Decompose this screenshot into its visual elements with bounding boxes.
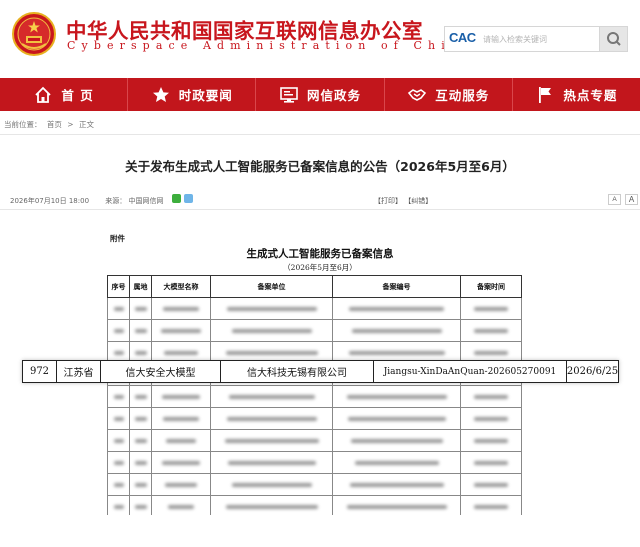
row-model-name: 信大安全大模型 xyxy=(101,361,221,382)
row-index: 972 xyxy=(23,361,57,382)
table-row xyxy=(107,451,522,474)
table-row xyxy=(107,495,522,515)
highlighted-table-row: 972 江苏省 信大安全大模型 信大科技无锡有限公司 Jiangsu-XinDa… xyxy=(22,360,619,383)
monitor-icon xyxy=(280,86,298,103)
attachment-label: 附件 xyxy=(110,234,125,243)
column-header: 备案时间 xyxy=(460,275,522,298)
row-record-id: Jiangsu-XinDaAnQuan-202605270091 xyxy=(374,361,567,382)
search-icon xyxy=(607,32,621,46)
nav-item-affairs[interactable]: 网信政务 xyxy=(256,78,385,111)
nav-item-news[interactable]: 时政要闻 xyxy=(128,78,257,111)
search-input[interactable] xyxy=(483,30,597,48)
divider xyxy=(0,209,640,210)
font-size-controls: A A xyxy=(608,194,638,205)
breadcrumb-prefix: 当前位置： xyxy=(4,120,42,129)
divider xyxy=(0,134,640,135)
site-header: 中华人民共和国国家互联网信息办公室 Cyberspace Administrat… xyxy=(0,0,640,80)
table-row xyxy=(107,297,522,320)
nav-item-label: 时政要闻 xyxy=(178,88,233,103)
column-header: 属地 xyxy=(129,275,152,298)
table-header-row: 序号 属地 大模型名称 备案单位 备案编号 备案时间 xyxy=(107,275,522,298)
breadcrumb: 当前位置： 首页 > 正文 xyxy=(4,119,97,130)
row-company: 信大科技无锡有限公司 xyxy=(221,361,374,382)
main-nav: 首 页 时政要闻 网信政务 互动服务 热点专题 xyxy=(0,78,640,111)
nav-item-label: 网信政务 xyxy=(307,88,362,103)
wechat-share-icon[interactable] xyxy=(172,194,181,203)
article-meta: 2026年07月10日 18:00 来源： 中国网信网 xyxy=(10,196,164,206)
breadcrumb-current: 正文 xyxy=(78,120,94,129)
nav-item-label: 互动服务 xyxy=(435,88,490,103)
national-emblem-icon xyxy=(12,12,56,56)
column-header: 备案编号 xyxy=(332,275,461,298)
breadcrumb-separator: > xyxy=(67,120,74,129)
table-row xyxy=(107,429,522,452)
nav-item-label: 热点专题 xyxy=(563,88,618,103)
search-box: CAC xyxy=(444,26,628,52)
filing-table: 序号 属地 大模型名称 备案单位 备案编号 备案时间 xyxy=(107,275,522,515)
nav-item-interactive[interactable]: 互动服务 xyxy=(385,78,513,111)
article-title: 关于发布生成式人工智能服务已备案信息的公告（2026年5月至6月） xyxy=(125,159,515,174)
article-source: 来源： 中国网信网 xyxy=(105,197,164,205)
home-icon xyxy=(35,86,52,103)
handshake-icon xyxy=(408,88,427,101)
nav-item-topics[interactable]: 热点专题 xyxy=(513,78,640,111)
row-date: 2026/6/25 xyxy=(567,366,618,377)
table-row xyxy=(107,319,522,342)
article-date: 2026年07月10日 18:00 xyxy=(10,197,90,205)
correction-link[interactable]: 【纠错】 xyxy=(404,197,432,205)
column-header: 序号 xyxy=(107,275,130,298)
star-icon xyxy=(152,86,169,102)
font-larger-button[interactable]: A xyxy=(625,194,638,205)
nav-item-home[interactable]: 首 页 xyxy=(0,78,129,111)
weibo-share-icon[interactable] xyxy=(184,194,193,203)
document-subtitle: （2026年5月至6月） xyxy=(283,263,357,272)
nav-item-label: 首 页 xyxy=(61,88,94,103)
flag-icon xyxy=(539,86,552,103)
table-row xyxy=(107,407,522,430)
breadcrumb-home-link[interactable]: 首页 xyxy=(47,120,62,129)
table-row xyxy=(107,385,522,408)
column-header: 备案单位 xyxy=(210,275,333,298)
column-header: 大模型名称 xyxy=(151,275,211,298)
document-title: 生成式人工智能服务已备案信息 xyxy=(246,248,394,260)
table-row xyxy=(107,473,522,496)
print-link[interactable]: 【打印】 xyxy=(374,197,402,205)
site-subtitle-english: Cyberspace Administration of China xyxy=(67,39,477,52)
article-tools: 【打印】 【纠错】 xyxy=(374,196,432,206)
blurred-rows xyxy=(107,297,522,515)
share-icons xyxy=(172,194,193,203)
font-smaller-button[interactable]: A xyxy=(608,194,621,205)
search-button[interactable] xyxy=(599,27,627,51)
row-region: 江苏省 xyxy=(57,361,101,382)
cac-logo: CAC xyxy=(449,30,476,45)
